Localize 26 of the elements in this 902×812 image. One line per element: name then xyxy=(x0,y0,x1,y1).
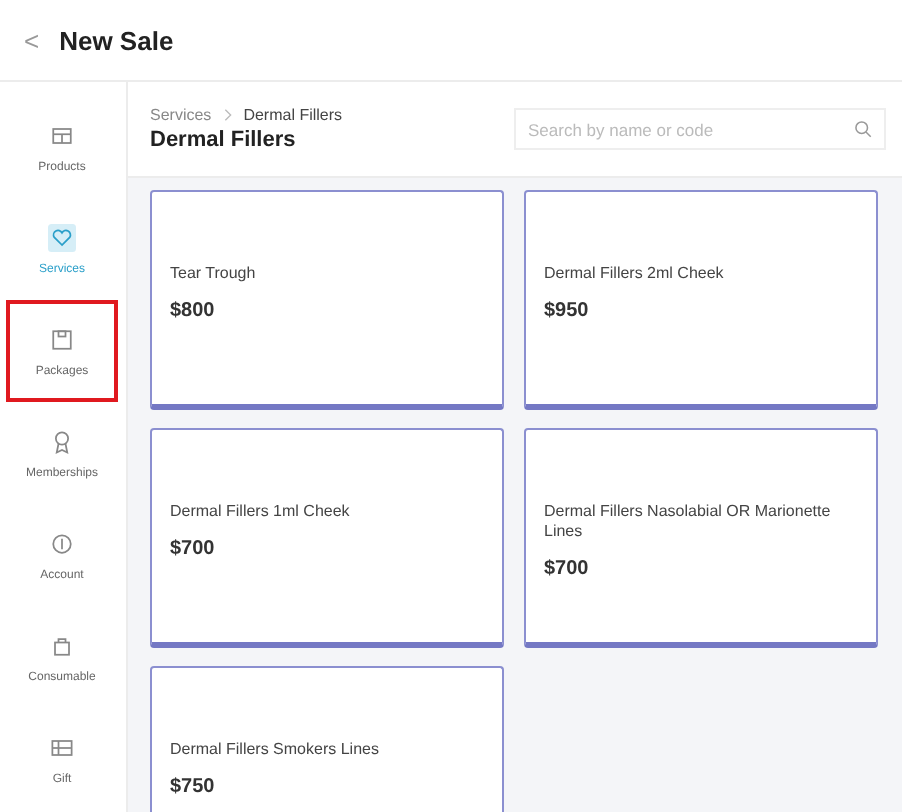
page-header-title: New Sale xyxy=(59,25,174,55)
service-name: Dermal Fillers 2ml Cheek xyxy=(544,264,724,284)
service-card[interactable]: Dermal Fillers 1ml Cheek $700 xyxy=(150,428,504,648)
coin-icon xyxy=(48,530,76,559)
service-name: Dermal Fillers Smokers Lines xyxy=(170,740,379,760)
box-icon xyxy=(48,325,76,354)
service-price: $700 xyxy=(170,538,217,560)
search-field[interactable]: Search by name or code xyxy=(514,108,886,150)
service-price: $750 xyxy=(170,776,217,798)
service-name: Tear Trough xyxy=(170,264,256,284)
service-name: Dermal Fillers Nasolabial OR Marionette Lines xyxy=(544,502,833,542)
service-price: $700 xyxy=(544,558,591,580)
service-card[interactable]: Dermal Fillers 2ml Cheek $950 xyxy=(524,190,878,410)
service-card[interactable]: Dermal Fillers Nasolabial OR Marionette Lines $700 xyxy=(524,428,878,648)
chevron-right-icon xyxy=(223,108,232,122)
bag-icon xyxy=(48,632,76,661)
service-price: $800 xyxy=(170,300,217,322)
service-card[interactable]: Dermal Fillers Smokers Lines $750 xyxy=(150,666,504,812)
breadcrumb-item: Dermal Fillers xyxy=(243,106,343,124)
search-icon xyxy=(854,120,872,138)
service-name: Dermal Fillers 1ml Cheek xyxy=(170,502,350,522)
heart-icon xyxy=(48,223,76,252)
service-price: $950 xyxy=(544,300,591,322)
section-title: Dermal Fillers xyxy=(150,128,298,152)
breadcrumb-item[interactable]: Services xyxy=(150,106,212,124)
service-card[interactable]: Tear Trough $800 xyxy=(150,190,504,410)
